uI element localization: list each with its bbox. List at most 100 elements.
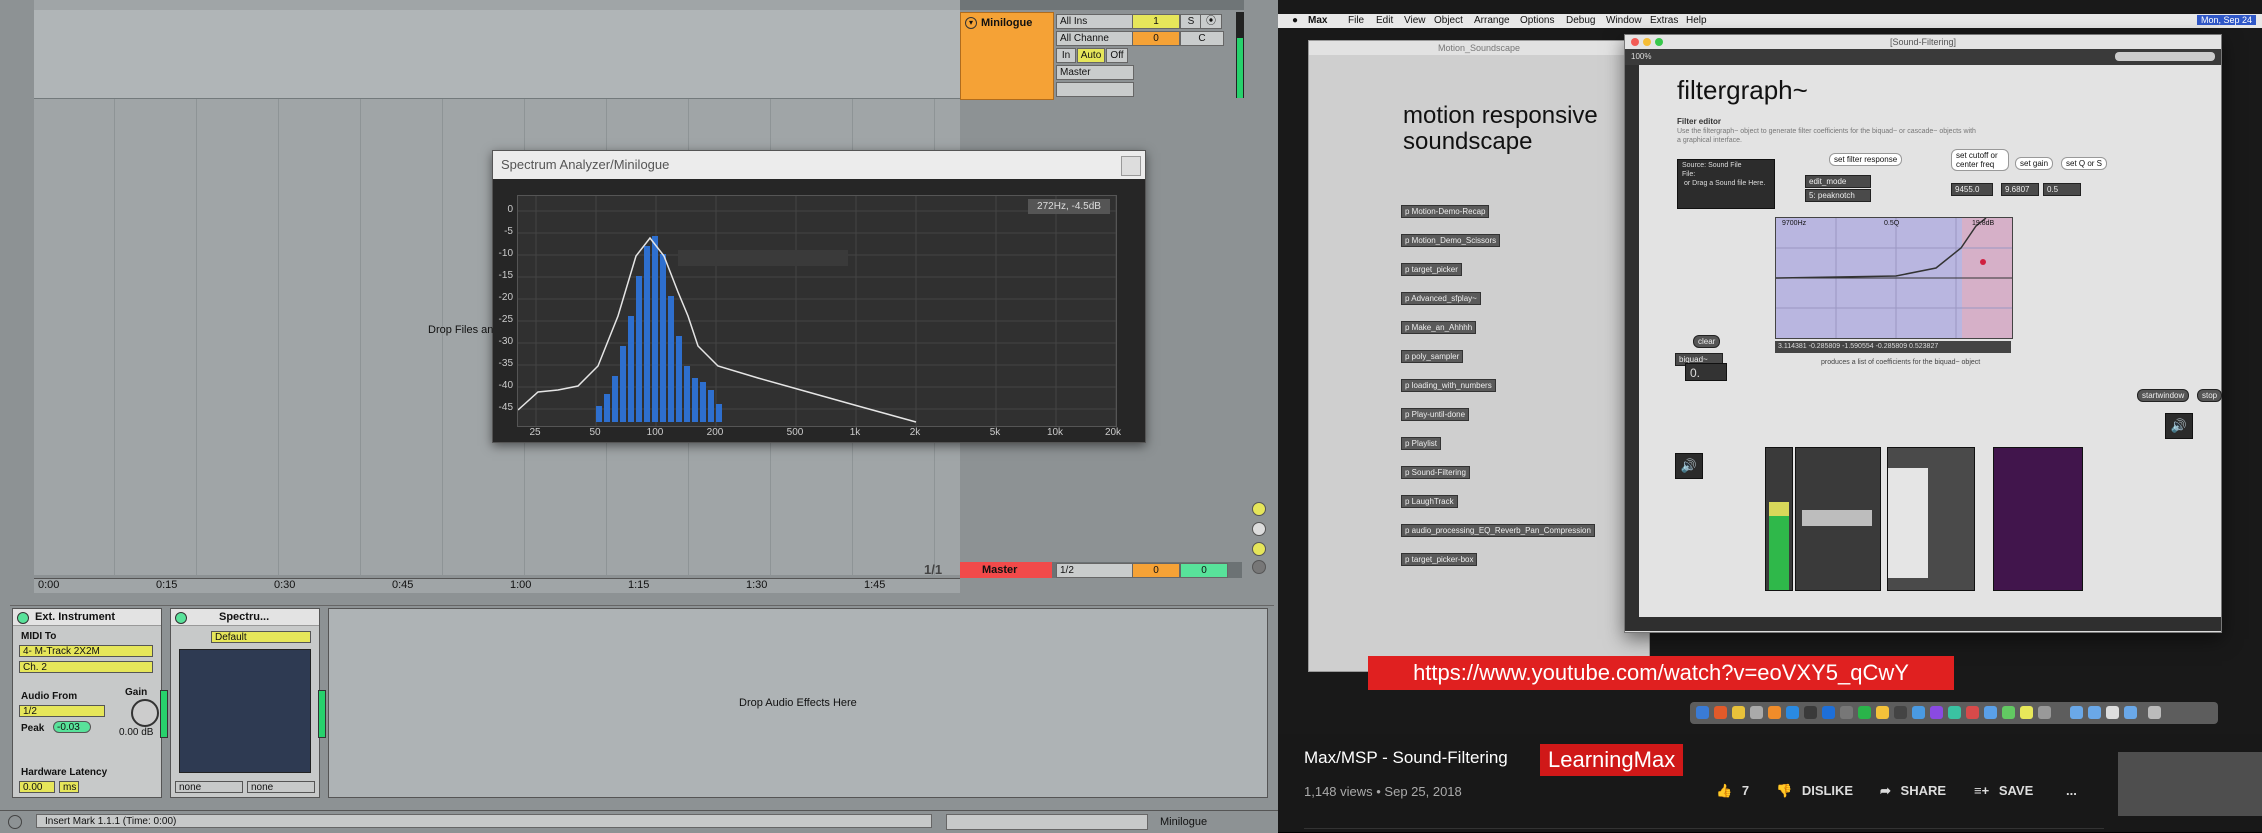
gain-number[interactable]: 9.6807 bbox=[2001, 183, 2039, 196]
edit-mode-message[interactable]: edit_mode bbox=[1805, 175, 1871, 188]
patcher-object[interactable]: p Make_an_Ahhhh bbox=[1401, 321, 1477, 334]
monitor-off-button[interactable]: Off bbox=[1106, 48, 1128, 63]
master-pan[interactable]: 0 bbox=[1180, 563, 1228, 578]
fold-icon[interactable]: ▾ bbox=[965, 17, 977, 29]
track-pan[interactable]: C bbox=[1180, 31, 1224, 46]
latency-unit[interactable]: ms bbox=[59, 781, 79, 793]
q-number[interactable]: 0.5 bbox=[2043, 183, 2081, 196]
frequency-number[interactable]: 9455.0 bbox=[1951, 183, 1993, 196]
spectrum-device[interactable]: Spectru... Default none none bbox=[170, 608, 320, 798]
menu-item[interactable]: Max bbox=[1308, 15, 1327, 26]
input-channel-select[interactable]: All Channe bbox=[1056, 31, 1134, 46]
left-select[interactable]: none bbox=[175, 781, 243, 793]
side-indicator-icon[interactable] bbox=[1252, 542, 1266, 556]
power-icon[interactable] bbox=[17, 612, 29, 624]
dock-icon[interactable] bbox=[1966, 706, 1979, 719]
dock-icon[interactable] bbox=[1948, 706, 1961, 719]
dock-icon[interactable] bbox=[2124, 706, 2137, 719]
file-label[interactable]: File: bbox=[1678, 171, 1774, 178]
side-indicator-icon[interactable] bbox=[1252, 522, 1266, 536]
zoom-icon[interactable] bbox=[1655, 38, 1663, 46]
patcher-object[interactable]: p Motion-Demo-Recap bbox=[1401, 205, 1490, 218]
menu-item[interactable]: Extras bbox=[1650, 15, 1678, 26]
midi-channel-select[interactable]: Ch. 2 bbox=[19, 661, 153, 673]
stop-message[interactable]: stop bbox=[2197, 389, 2223, 402]
patcher-object[interactable]: p audio_processing_EQ_Reverb_Pan_Compres… bbox=[1401, 524, 1595, 537]
track-activator[interactable]: 1 bbox=[1132, 14, 1180, 29]
patcher-object[interactable]: p Sound-Filtering bbox=[1401, 466, 1470, 479]
preset-select[interactable]: Default bbox=[211, 631, 311, 643]
menu-item[interactable]: Arrange bbox=[1474, 15, 1510, 26]
dock-icon[interactable] bbox=[1912, 706, 1925, 719]
dock-icon[interactable] bbox=[1768, 706, 1781, 719]
dock-icon[interactable] bbox=[2020, 706, 2033, 719]
latency-value[interactable]: 0.00 bbox=[19, 781, 55, 793]
master-track-header[interactable]: Master bbox=[960, 562, 1052, 578]
device-title-bar[interactable]: Ext. Instrument bbox=[13, 609, 161, 626]
spectrum-analyzer-window[interactable]: Spectrum Analyzer/Minilogue 272Hz, -4.5d… bbox=[492, 150, 1146, 443]
number-display[interactable]: 0. bbox=[1685, 363, 1727, 381]
menu-item[interactable]: Object bbox=[1434, 15, 1463, 26]
patcher-object[interactable]: p target_picker-box bbox=[1401, 553, 1478, 566]
dock-icon[interactable] bbox=[2002, 706, 2015, 719]
sound-filtering-window[interactable]: [Sound-Filtering] 100% filtergraph~ Filt… bbox=[1624, 34, 2223, 633]
menu-item[interactable]: View bbox=[1404, 15, 1426, 26]
power-icon[interactable] bbox=[175, 612, 187, 624]
window-title[interactable]: Motion_Soundscape bbox=[1309, 41, 1649, 55]
startwindow-message[interactable]: startwindow bbox=[2137, 389, 2190, 402]
apple-icon[interactable]: ● bbox=[1292, 15, 1298, 26]
source-label[interactable]: Source: Sound File bbox=[1678, 160, 1774, 171]
external-instrument-device[interactable]: Ext. Instrument MIDI To 4- M-Track 2X2M … bbox=[12, 608, 162, 798]
dock-icon[interactable] bbox=[2038, 706, 2051, 719]
dock-icon[interactable] bbox=[1930, 706, 1943, 719]
close-icon[interactable] bbox=[1631, 38, 1639, 46]
search-icon[interactable] bbox=[2115, 52, 2215, 61]
like-button[interactable]: 👍 7 bbox=[1716, 783, 1749, 799]
menu-item[interactable]: Help bbox=[1686, 15, 1707, 26]
menu-item[interactable]: Options bbox=[1520, 15, 1554, 26]
dock-icon[interactable] bbox=[1840, 706, 1853, 719]
patcher-object[interactable]: p Motion_Demo_Scissors bbox=[1401, 234, 1501, 247]
gain-knob[interactable] bbox=[131, 699, 159, 727]
master-volume[interactable]: 0 bbox=[1132, 563, 1180, 578]
window-title[interactable]: [Sound-Filtering] bbox=[1625, 35, 2221, 49]
share-button[interactable]: ➦ SHARE bbox=[1880, 783, 1946, 799]
device-title-bar[interactable]: Spectru... bbox=[171, 609, 319, 626]
dock-icon[interactable] bbox=[1732, 706, 1745, 719]
menu-item[interactable]: File bbox=[1348, 15, 1364, 26]
audio-effects-drop-zone[interactable]: Drop Audio Effects Here bbox=[328, 608, 1268, 798]
sound-source-panel[interactable]: Source: Sound File File: or Drag a Sound… bbox=[1677, 159, 1775, 209]
timeline-ruler[interactable]: 0:00 0:15 0:30 0:45 1:00 1:15 1:30 1:45 bbox=[34, 578, 960, 593]
right-select[interactable]: none bbox=[247, 781, 315, 793]
speaker-icon[interactable]: 🔊 bbox=[2165, 413, 2193, 439]
dock-icon[interactable] bbox=[2070, 706, 2083, 719]
close-button[interactable] bbox=[1121, 156, 1141, 176]
dock-icon[interactable] bbox=[1786, 706, 1799, 719]
dislike-button[interactable]: 👎 DISLIKE bbox=[1776, 783, 1853, 799]
audio-from-select[interactable]: 1/2 bbox=[19, 705, 105, 717]
patcher-object[interactable]: p poly_sampler bbox=[1401, 350, 1464, 363]
zoom-level[interactable]: 100% bbox=[1631, 52, 1651, 61]
dock-icon[interactable] bbox=[1750, 706, 1763, 719]
input-type-select[interactable]: All Ins bbox=[1056, 14, 1134, 29]
dock-icon[interactable] bbox=[1858, 706, 1871, 719]
monitor-in-button[interactable]: In bbox=[1056, 48, 1076, 63]
dock-icon[interactable] bbox=[1804, 706, 1817, 719]
more-button[interactable]: ... bbox=[2066, 783, 2077, 798]
dock-icon[interactable] bbox=[1876, 706, 1889, 719]
monitor-auto-button[interactable]: Auto bbox=[1077, 48, 1105, 63]
minilogue-track-lane[interactable] bbox=[34, 10, 960, 99]
midi-device-select[interactable]: 4- M-Track 2X2M bbox=[19, 645, 153, 657]
trash-icon[interactable] bbox=[2148, 706, 2161, 719]
patcher-object[interactable]: p Advanced_sfplay~ bbox=[1401, 292, 1481, 305]
patcher-object[interactable]: p Playlist bbox=[1401, 437, 1442, 450]
device-display[interactable] bbox=[179, 649, 311, 773]
status-icon[interactable] bbox=[8, 815, 22, 829]
speaker-icon[interactable]: 🔊 bbox=[1675, 453, 1703, 479]
patcher-object[interactable]: p loading_with_numbers bbox=[1401, 379, 1496, 392]
side-indicator-icon[interactable] bbox=[1252, 502, 1266, 516]
output-select[interactable]: Master bbox=[1056, 65, 1134, 80]
filter-type-menu[interactable]: 5: peaknotch bbox=[1805, 189, 1871, 202]
dock-icon[interactable] bbox=[1714, 706, 1727, 719]
save-button[interactable]: ≡+ SAVE bbox=[1974, 783, 2033, 798]
